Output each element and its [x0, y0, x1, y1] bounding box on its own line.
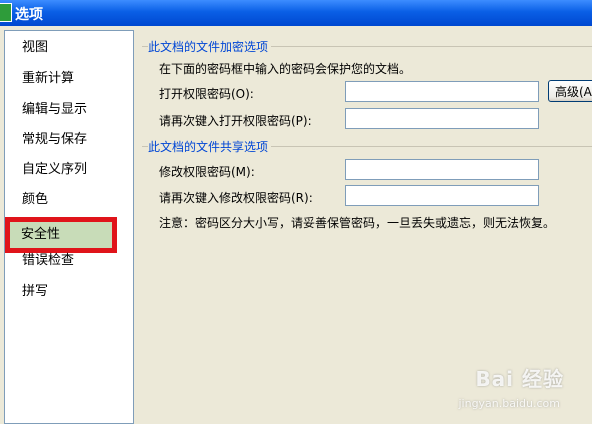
sharing-group-title: 此文档的文件共享选项 [148, 138, 272, 155]
encryption-group-title: 此文档的文件加密选项 [148, 38, 272, 55]
encryption-description: 在下面的密码框中输入的密码会保护您的文档。 [159, 62, 412, 76]
open-password-input[interactable] [345, 81, 539, 102]
modify-password-label: 修改权限密码(M): [159, 165, 255, 179]
sidebar-item-spelling[interactable]: 拼写 [6, 279, 132, 305]
advanced-button[interactable]: 高级(A) [548, 80, 592, 102]
confirm-modify-password-label: 请再次键入修改权限密码(R): [159, 191, 313, 205]
confirm-open-password-input[interactable] [345, 108, 539, 129]
open-password-label: 打开权限密码(O): [159, 87, 254, 101]
sidebar-item-colors[interactable]: 颜色 [6, 187, 132, 213]
watermark-logo: Bai 经验 [475, 367, 564, 391]
modify-password-input[interactable] [345, 159, 539, 180]
sidebar-item-edit-display[interactable]: 编辑与显示 [6, 97, 132, 123]
options-sidebar: 视图 重新计算 编辑与显示 常规与保存 自定义序列 颜色 安全性 错误检查 拼写 [4, 30, 134, 424]
app-icon [0, 3, 12, 22]
password-note: 注意：密码区分大小写，请妥善保管密码，一旦丢失或遗忘，则无法恢复。 [159, 216, 556, 230]
confirm-open-password-label: 请再次键入打开权限密码(P): [159, 114, 312, 128]
sidebar-item-custom-lists[interactable]: 自定义序列 [6, 157, 132, 183]
window-title: 选项 [15, 7, 43, 23]
confirm-modify-password-input[interactable] [345, 185, 539, 206]
sidebar-item-view[interactable]: 视图 [6, 35, 132, 61]
sidebar-item-general-save[interactable]: 常规与保存 [6, 127, 132, 153]
sidebar-item-recalculate[interactable]: 重新计算 [6, 66, 132, 92]
sidebar-item-error-checking[interactable]: 错误检查 [6, 248, 132, 274]
title-bar: 选项 [0, 0, 592, 26]
watermark-url: jingyan.baidu.com [458, 397, 560, 410]
